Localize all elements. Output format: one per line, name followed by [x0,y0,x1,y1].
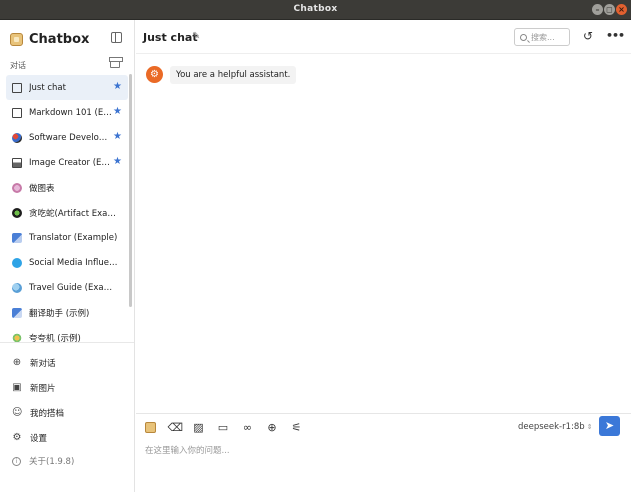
composer-toolbar: ⌫ ▨ ▭ ∞ ⊕ ⚟ [145,420,315,434]
message-text: You are a helpful assistant. [170,66,297,84]
developer-avatar-icon [12,132,22,143]
version-label: 关于(1.9.8) [29,457,75,467]
chatbox-logo-tool-icon[interactable] [145,421,156,433]
robot-icon: ☺ [12,406,23,418]
twitter-avatar-icon [12,257,22,268]
chat-bubble-icon [12,107,22,118]
snake-avatar-icon [12,207,22,218]
chart-avatar-icon [12,182,22,193]
globe-avatar-icon [12,282,22,293]
chat-item[interactable]: Social Media Influenc… [6,250,128,275]
chat-item-label: Translator (Example) [29,232,118,243]
collapse-sidebar-icon[interactable] [111,32,122,43]
sidebar-menu: ⊕ 新对话 ▣ 新图片 ☺ 我的搭档 ⚙ 设置 [12,350,130,450]
app-name: Chatbox [29,31,90,47]
chat-item[interactable]: Travel Guide (Example) [6,275,128,300]
search-box[interactable]: 搜索... [514,28,570,46]
chat-item[interactable]: 翻译助手 (示例) [6,300,128,325]
maximize-button[interactable]: ◻ [604,4,615,15]
translate-avatar-icon [12,307,22,318]
archive-icon[interactable] [109,57,123,68]
chat-item[interactable]: Markdown 101 (E… ★ [6,100,128,125]
praise-avatar-icon [12,332,22,343]
eraser-icon[interactable]: ⌫ [168,421,184,434]
chat-item[interactable]: 贪吃蛇(Artifact Example) [6,200,128,225]
menu-item-label: 新图片 [30,383,56,394]
model-selector[interactable]: deepseek-r1:8b ⇕ [518,422,593,432]
chat-header: Just chat ✎ 搜索... ↺ ••• [136,20,631,54]
sidebar-scrollbar[interactable] [129,74,132,307]
send-button[interactable]: ➤ [599,416,620,436]
chat-item-label: Software Develo… [29,132,108,143]
conversations-section-label: 对话 [10,61,26,70]
chat-item-label: 翻译助手 (示例) [29,308,90,319]
chat-item-label: Image Creator (E… [29,157,110,168]
chevron-updown-icon: ⇕ [586,423,593,431]
menu-item-label: 新对话 [30,358,56,369]
translator-avatar-icon [12,232,22,243]
chat-item[interactable]: 做图表 [6,175,128,200]
chat-item[interactable]: Software Develo… ★ [6,125,128,150]
composer: ⌫ ▨ ▭ ∞ ⊕ ⚟ deepseek-r1:8b ⇕ ➤ [136,413,631,492]
chat-list: Just chat ★ Markdown 101 (E… ★ Software … [6,75,128,343]
chat-item[interactable]: Translator (Example) [6,225,128,250]
edit-title-icon[interactable]: ✎ [192,31,200,42]
chat-item-label: 贪吃蛇(Artifact Example) [29,208,119,219]
chat-title: Just chat [143,31,198,44]
system-message: ⚙ You are a helpful assistant. [146,66,297,84]
window-titlebar: Chatbox – ◻ × [0,0,631,20]
image-icon [12,157,22,168]
new-chat-button[interactable]: ⊕ 新对话 [12,350,130,375]
close-button[interactable]: × [616,4,627,15]
minimize-button[interactable]: – [592,4,603,15]
chat-item-label: 做图表 [29,183,55,194]
settings-sliders-icon[interactable]: ⚟ [290,421,303,434]
window-title: Chatbox [293,4,338,14]
chat-item-label: Just chat [29,82,66,93]
chat-item-label: Social Media Influenc… [29,257,119,268]
search-icon [520,33,527,41]
star-icon[interactable]: ★ [113,157,122,167]
brand: Chatbox [10,30,89,48]
system-gear-avatar-icon: ⚙ [146,66,163,83]
settings-button[interactable]: ⚙ 设置 [12,425,130,450]
chatbox-logo-icon [10,32,23,46]
link-icon[interactable]: ∞ [241,421,254,434]
star-icon[interactable]: ★ [113,132,122,142]
search-placeholder: 搜索... [531,32,555,42]
gear-icon: ⚙ [12,431,22,443]
chat-item-label: Travel Guide (Example) [29,282,119,293]
image-upload-icon[interactable]: ▨ [192,421,205,434]
menu-item-label: 我的搭档 [30,408,65,419]
new-image-button[interactable]: ▣ 新图片 [12,375,130,400]
sidebar-divider [0,342,134,343]
info-icon: i [12,456,21,466]
sidebar: Chatbox 对话 Just chat ★ Markdown 101 (E… … [0,20,135,492]
chat-item-label: Markdown 101 (E… [29,107,112,118]
chat-bubble-icon [12,82,22,93]
history-icon[interactable]: ↺ [582,30,594,42]
image-icon: ▣ [12,381,22,393]
folder-icon[interactable]: ▭ [217,421,230,434]
my-copilots-button[interactable]: ☺ 我的搭档 [12,400,130,425]
chat-item[interactable]: 夸夸机 (示例) [6,325,128,343]
star-icon[interactable]: ★ [113,107,122,117]
menu-item-label: 设置 [30,433,48,444]
globe-icon[interactable]: ⊕ [266,421,279,434]
plus-circle-icon: ⊕ [12,356,22,368]
star-icon[interactable]: ★ [113,82,122,92]
message-input[interactable] [145,443,615,459]
chat-item[interactable]: Image Creator (E… ★ [6,150,128,175]
main-panel: Just chat ✎ 搜索... ↺ ••• ⚙ You are a help… [136,20,631,492]
more-options-icon[interactable]: ••• [606,29,625,42]
chat-item[interactable]: Just chat ★ [6,75,128,100]
model-name: deepseek-r1:8b [518,422,585,432]
about-version-link[interactable]: i 关于(1.9.8) [12,455,74,467]
